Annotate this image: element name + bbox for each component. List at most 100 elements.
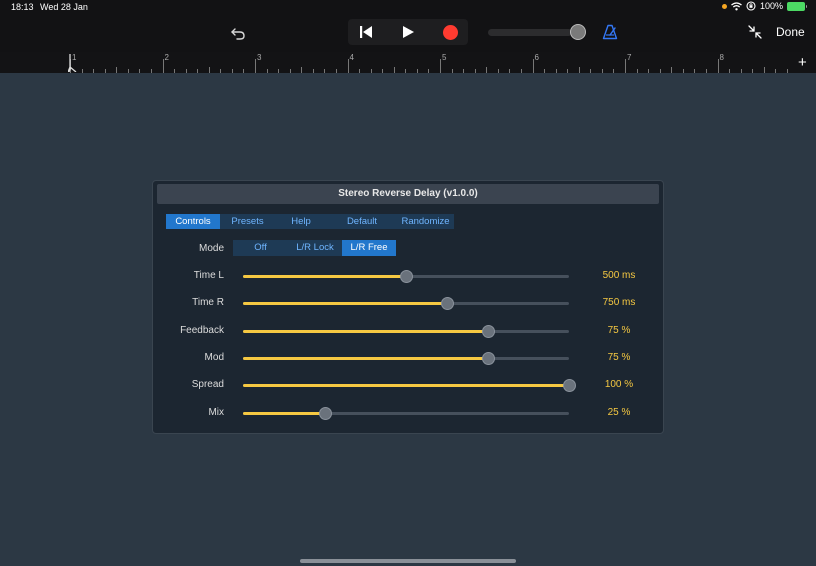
ruler-tick <box>590 69 592 73</box>
tab-presets[interactable]: Presets <box>220 214 275 229</box>
orientation-lock-icon <box>746 1 756 11</box>
ruler-tick <box>104 69 106 73</box>
metronome-icon <box>602 24 618 40</box>
ruler-tick <box>671 67 673 73</box>
undo-icon <box>231 28 245 40</box>
ruler-tick <box>278 69 280 73</box>
slider-knob[interactable] <box>481 351 495 365</box>
ruler-tick <box>544 69 546 73</box>
metronome-button[interactable] <box>600 22 620 42</box>
ruler-tick <box>359 69 361 73</box>
ruler-tick <box>231 69 233 73</box>
ruler-tick <box>659 69 661 73</box>
slider-knob[interactable] <box>440 297 454 311</box>
play-button[interactable] <box>398 22 418 42</box>
slider-knob[interactable] <box>400 270 413 283</box>
ruler-tick <box>740 69 742 73</box>
ruler-tick <box>520 69 522 73</box>
ruler-tick <box>197 69 199 73</box>
slider-fill <box>243 275 406 278</box>
ruler-tick <box>116 67 118 73</box>
ruler-tick <box>636 69 638 73</box>
param-slider[interactable] <box>243 324 569 338</box>
slider-knob[interactable] <box>481 324 495 338</box>
ruler-mark: 3 <box>257 53 262 62</box>
record-button[interactable] <box>440 22 460 42</box>
ruler-tick <box>729 69 731 73</box>
ruler-tick <box>428 69 430 73</box>
tab-default[interactable]: Default <box>327 214 397 229</box>
ruler-tick <box>382 69 384 73</box>
param-slider[interactable] <box>243 270 569 283</box>
param-label: Feedback <box>180 324 224 336</box>
param-row: Time L 500 ms <box>153 266 665 286</box>
ruler-tick <box>174 69 176 73</box>
ruler-tick <box>440 59 441 73</box>
ruler-tick <box>393 67 395 73</box>
collapse-button[interactable] <box>745 22 765 42</box>
ruler-tick <box>694 69 696 73</box>
battery-percent: 100% <box>759 1 783 11</box>
mode-label: Mode <box>198 243 224 254</box>
ruler-mark: 6 <box>534 53 539 62</box>
timeline-ruler[interactable]: 12345678 <box>0 52 816 73</box>
slider-knob[interactable] <box>318 406 332 420</box>
ruler-tick <box>243 69 245 73</box>
ruler-tick <box>601 69 603 73</box>
param-row: Time R 750 ms <box>153 293 665 313</box>
param-row: Mod 75 % <box>153 348 665 368</box>
param-slider[interactable] <box>243 379 576 393</box>
status-date: Wed 28 Jan <box>40 2 88 12</box>
battery-icon <box>787 1 807 11</box>
ruler-tick <box>567 69 569 73</box>
slider-fill <box>243 356 488 360</box>
ruler-tick <box>509 69 511 73</box>
mode-option-lr-lock[interactable]: L/R Lock <box>288 240 342 256</box>
ruler-tick <box>370 69 372 73</box>
param-slider[interactable] <box>243 297 569 311</box>
tab-controls[interactable]: Controls <box>166 214 220 229</box>
param-slider[interactable] <box>243 406 569 420</box>
ruler-mark: 7 <box>627 53 632 62</box>
param-row: Mix 25 % <box>153 403 665 423</box>
param-slider[interactable] <box>243 351 569 365</box>
ruler-tick <box>185 69 187 73</box>
ruler-tick <box>532 59 534 73</box>
tab-help[interactable]: Help <box>275 214 327 229</box>
ruler-tick <box>682 69 684 73</box>
param-value: 100 % <box>604 379 634 391</box>
tab-randomize[interactable]: Randomize <box>397 214 454 229</box>
ruler-tick <box>416 69 418 73</box>
volume-slider-knob[interactable] <box>570 24 586 40</box>
param-value: 25 % <box>607 406 631 418</box>
param-label: Spread <box>191 379 224 391</box>
ruler-tick <box>474 69 476 73</box>
ruler-mark: 5 <box>442 53 447 62</box>
done-button[interactable]: Done <box>776 25 805 39</box>
volume-slider[interactable] <box>488 29 572 36</box>
record-icon <box>442 24 458 40</box>
status-bar: 18:13 Wed 28 Jan 100% <box>0 0 816 14</box>
home-indicator[interactable] <box>300 559 516 563</box>
add-track-button[interactable]: + <box>798 55 807 70</box>
ruler-tick <box>312 69 314 73</box>
ruler-tick <box>220 69 222 73</box>
ruler-tick <box>335 69 337 73</box>
ruler-tick <box>451 69 453 73</box>
mode-option-lr-free[interactable]: L/R Free <box>342 240 396 256</box>
wifi-icon <box>731 1 742 10</box>
ruler-tick <box>497 69 499 73</box>
ruler-tick <box>127 69 129 73</box>
status-time: 18:13 <box>11 2 34 12</box>
ruler-tick <box>752 69 754 73</box>
undo-button[interactable] <box>228 23 248 43</box>
ruler-tick <box>625 59 626 73</box>
playhead-icon[interactable] <box>68 54 78 72</box>
param-value: 75 % <box>607 351 631 363</box>
param-label: Time R <box>192 297 224 309</box>
mode-option-off[interactable]: Off <box>233 240 288 256</box>
rewind-button[interactable] <box>356 22 376 42</box>
ruler-tick <box>775 69 777 73</box>
ruler-tick <box>613 69 615 73</box>
ruler-mark: 4 <box>349 53 354 62</box>
